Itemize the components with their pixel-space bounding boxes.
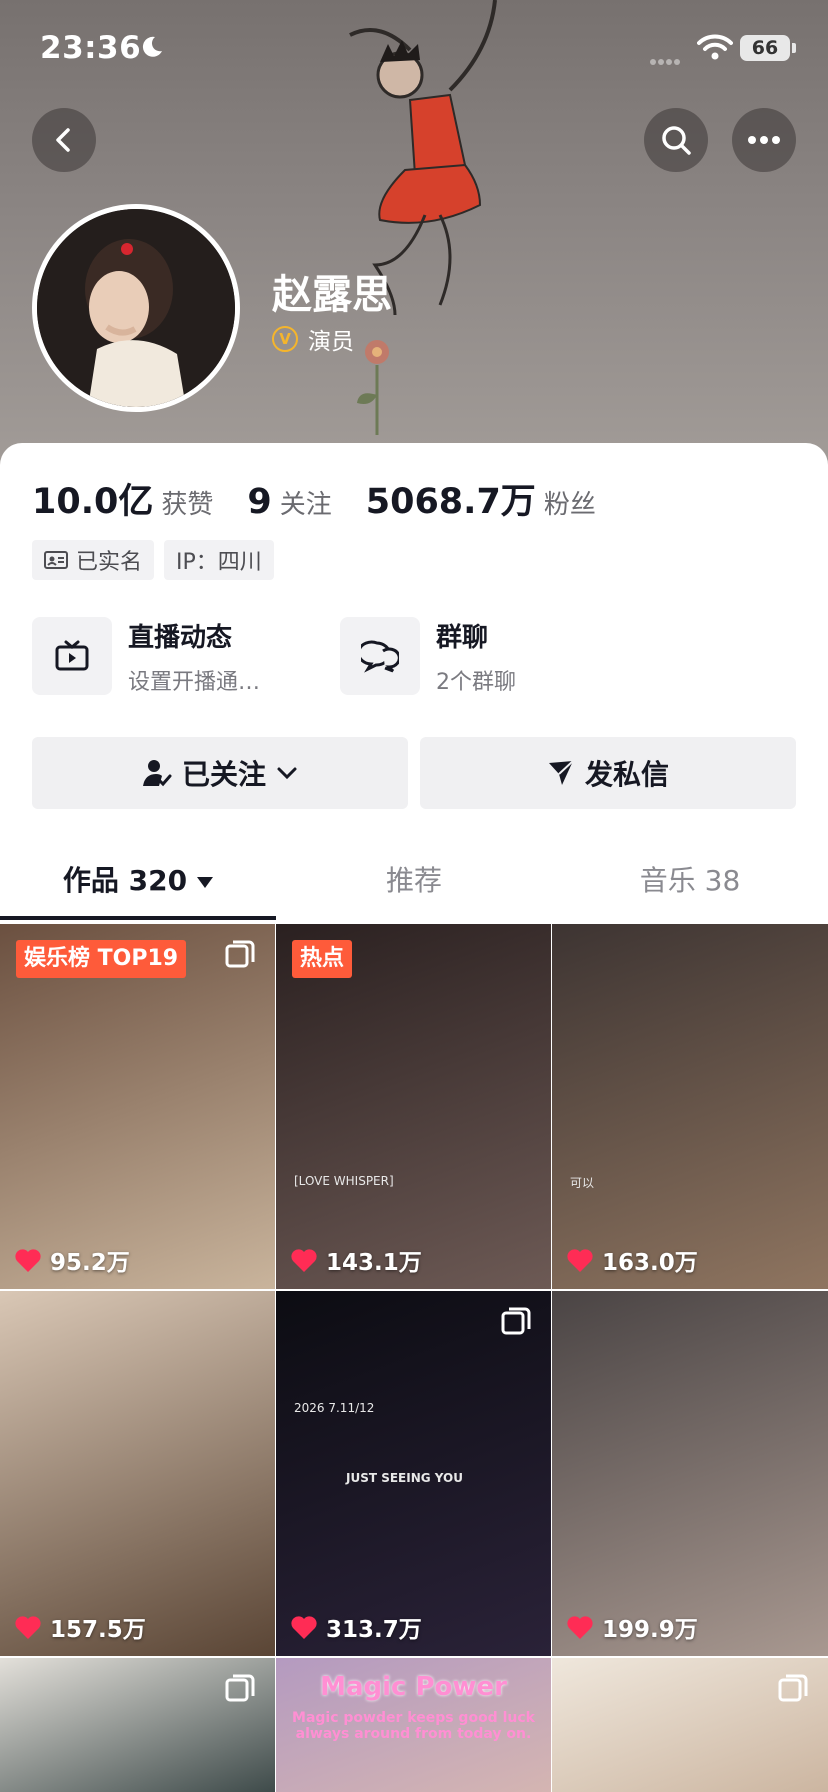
video-tile[interactable]	[552, 1658, 828, 1792]
verified-row: V 演员	[272, 322, 354, 356]
multi-image-icon	[225, 940, 255, 968]
search-button[interactable]	[644, 108, 708, 172]
tile-magic-title: Magic Power	[320, 1672, 507, 1702]
moon-icon	[142, 36, 162, 57]
chat-bubbles-icon	[340, 617, 420, 695]
live-feature-title: 直播动态	[128, 622, 233, 653]
tile-overlay-text-2: JUST SEEING YOU	[346, 1471, 463, 1485]
verified-label: 演员	[308, 329, 354, 355]
signal-icon	[650, 50, 682, 69]
live-feature[interactable]: 直播动态 设置开播通…	[32, 617, 260, 695]
multi-image-icon	[225, 1674, 255, 1702]
tile-likes: 199.9万	[566, 1610, 698, 1644]
video-tile[interactable]: 157.5万	[0, 1291, 275, 1656]
follow-button[interactable]: 已关注	[32, 737, 408, 809]
followers-count[interactable]: 5068.7万	[366, 473, 536, 524]
tab-recommend[interactable]: 推荐	[276, 859, 552, 899]
tile-likes: 95.2万	[14, 1243, 130, 1277]
multi-image-icon	[778, 1674, 808, 1702]
avatar[interactable]	[32, 204, 240, 412]
group-chat-feature[interactable]: 群聊 2个群聊	[340, 617, 516, 695]
tile-likes-count: 157.5万	[50, 1617, 146, 1643]
group-chat-title: 群聊	[436, 622, 489, 653]
tile-overlay-text: [LOVE WHISPER]	[294, 1174, 394, 1188]
message-button[interactable]: 发私信	[420, 737, 796, 809]
video-tile[interactable]: 199.9万	[552, 1291, 828, 1656]
profile-cover: 23:36 66 赵露思 V 演员	[0, 0, 828, 470]
real-name-label: 已实名	[76, 550, 143, 575]
message-label: 发私信	[584, 758, 669, 791]
ip-tag: IP：四川	[164, 540, 274, 580]
tile-overlay-text: 可以	[570, 1176, 595, 1190]
tile-badge: 热点	[292, 940, 353, 978]
back-button[interactable]	[32, 108, 96, 172]
more-button[interactable]	[732, 108, 796, 172]
tile-likes-count: 95.2万	[50, 1250, 130, 1276]
tab-music-label: 音乐 38	[639, 864, 741, 897]
tile-likes: 143.1万	[290, 1243, 422, 1277]
video-tile[interactable]	[0, 1658, 275, 1792]
chevron-down-icon	[277, 767, 297, 780]
heart-icon	[291, 1248, 317, 1272]
heart-icon	[15, 1248, 41, 1272]
tab-works-label: 作品 320	[62, 864, 188, 897]
heart-icon	[291, 1615, 317, 1639]
battery-icon: 66	[740, 35, 790, 61]
video-tile[interactable]: 热点 [LOVE WHISPER] 143.1万	[276, 924, 551, 1289]
search-icon	[662, 126, 691, 155]
status-time: 23:36	[40, 30, 142, 66]
tile-likes: 163.0万	[566, 1243, 698, 1277]
tags-row: 已实名 IP：四川	[32, 540, 284, 580]
heart-icon	[567, 1248, 593, 1272]
more-icon	[748, 136, 780, 144]
tab-works[interactable]: 作品 320	[0, 859, 276, 899]
likes-count[interactable]: 10.0亿	[32, 473, 153, 524]
send-icon	[548, 760, 574, 785]
status-bar: 23:36 66	[0, 0, 828, 100]
tile-likes-count: 163.0万	[602, 1250, 698, 1276]
likes-label: 获赞	[161, 490, 214, 520]
multi-image-icon	[501, 1307, 531, 1335]
tile-likes: 313.7万	[290, 1610, 422, 1644]
caret-down-icon	[197, 876, 214, 888]
video-tile[interactable]: 娱乐榜 TOP19 95.2万	[0, 924, 275, 1289]
video-tile[interactable]: 2026 7.11/12 JUST SEEING YOU 313.7万	[276, 1291, 551, 1656]
tile-likes: 157.5万	[14, 1610, 146, 1644]
tab-active-indicator	[0, 916, 276, 920]
tile-badge: 娱乐榜 TOP19	[16, 940, 187, 978]
tile-magic-subtitle: Magic powder keeps good luck always arou…	[292, 1710, 535, 1742]
battery-tip	[792, 43, 796, 53]
tile-likes-count: 313.7万	[326, 1617, 422, 1643]
heart-icon	[15, 1615, 41, 1639]
chevron-left-icon	[56, 128, 70, 152]
video-tile[interactable]: 可以 163.0万	[552, 924, 828, 1289]
follow-label: 已关注	[181, 758, 266, 791]
verified-badge-icon: V	[272, 326, 298, 352]
tile-likes-count: 143.1万	[326, 1250, 422, 1276]
wifi-icon	[697, 34, 733, 60]
stats-row: 10.0亿 获赞 9 关注 5068.7万 粉丝	[32, 473, 630, 524]
video-tile[interactable]: Magic Power Magic powder keeps good luck …	[276, 1658, 551, 1792]
video-grid: 娱乐榜 TOP19 95.2万 热点 [LOVE WHISPER] 143.1万 可以 16…	[0, 924, 828, 1792]
following-count[interactable]: 9	[247, 482, 271, 522]
ip-label: IP：四川	[176, 550, 262, 575]
real-name-tag: 已实名	[32, 540, 155, 580]
tile-overlay-text: 2026 7.11/12	[294, 1401, 375, 1415]
group-chat-subtitle: 2个群聊	[436, 669, 516, 695]
tab-music[interactable]: 音乐 38	[552, 859, 828, 899]
tile-likes-count: 199.9万	[602, 1617, 698, 1643]
profile-name: 赵露思	[272, 272, 392, 318]
id-card-icon	[44, 551, 68, 569]
heart-icon	[567, 1615, 593, 1639]
content-tabs: 作品 320 推荐 音乐 38	[0, 841, 828, 921]
tab-recommend-label: 推荐	[385, 864, 442, 897]
profile-card: 10.0亿 获赞 9 关注 5068.7万 粉丝 已实名 IP：四川 直播动态 …	[0, 443, 828, 1792]
following-label: 关注	[279, 490, 332, 520]
tv-icon	[32, 617, 112, 695]
live-feature-subtitle: 设置开播通…	[128, 669, 261, 695]
avatar-image	[37, 209, 235, 407]
user-check-icon	[142, 760, 172, 787]
followers-label: 粉丝	[543, 490, 596, 520]
